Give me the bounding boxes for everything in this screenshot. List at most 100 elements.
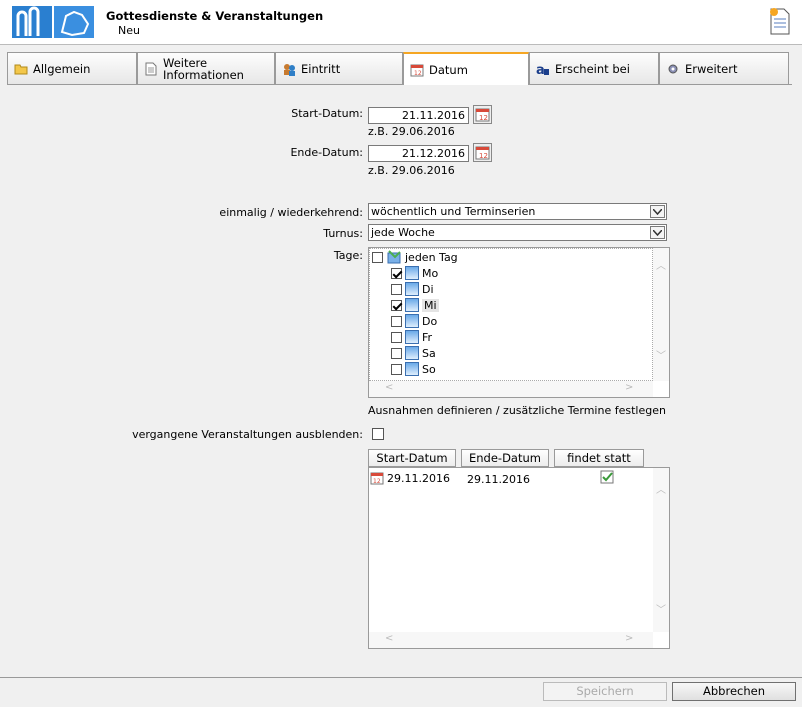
- tab-allgemein[interactable]: Allgemein: [7, 52, 137, 84]
- tree-row-sa[interactable]: Sa: [391, 345, 436, 361]
- scroll-up-icon[interactable]: ︿: [656, 262, 666, 272]
- tab-label: Datum: [429, 62, 468, 77]
- tab-label: Erscheint bei: [555, 61, 630, 76]
- checkbox[interactable]: [391, 315, 402, 327]
- checkbox[interactable]: [391, 331, 402, 343]
- calendar-day-icon: [405, 346, 419, 360]
- new-document-icon[interactable]: [768, 6, 792, 36]
- chevron-down-icon[interactable]: [650, 226, 665, 239]
- tab-erweitert[interactable]: Erweitert: [659, 52, 789, 84]
- window-subtitle: Neu: [118, 24, 140, 37]
- checkbox[interactable]: [391, 267, 402, 279]
- recurrence-value: wöchentlich und Terminserien: [371, 205, 536, 218]
- header-divider: [0, 44, 802, 45]
- tab-weitere-informationen[interactable]: Weitere Informationen: [137, 52, 275, 84]
- save-button[interactable]: Speichern: [543, 682, 667, 701]
- tree-item-label: Sa: [422, 346, 436, 360]
- cancel-button[interactable]: Abbrechen: [672, 682, 796, 701]
- svg-text:12: 12: [373, 478, 381, 485]
- column-header-end[interactable]: Ende-Datum: [461, 449, 549, 467]
- turnus-label: Turnus:: [323, 227, 363, 240]
- scroll-up-icon[interactable]: ︿: [656, 486, 666, 496]
- end-date-calendar-button[interactable]: 12: [473, 143, 492, 162]
- start-date-input[interactable]: 21.11.2016: [368, 107, 469, 124]
- scroll-down-icon[interactable]: ﹀: [656, 352, 666, 362]
- calendar-day-icon: [405, 314, 419, 328]
- tab-content-datum: Start-Datum: 21.11.2016 12 z.B. 29.06.20…: [7, 84, 792, 674]
- cell-start-date: 29.11.2016: [387, 471, 450, 485]
- days-tree: jeden Tag Mo Di Mi Do Fr Sa So ︿ ﹀ < >: [368, 247, 670, 398]
- recurrence-label: einmalig / wiederkehrend:: [219, 206, 363, 219]
- column-header-start[interactable]: Start-Datum: [368, 449, 456, 467]
- tree-item-label: jeden Tag: [405, 250, 458, 264]
- tree-row-so[interactable]: So: [391, 361, 436, 377]
- calendar-day-icon: [405, 298, 419, 312]
- vertical-scrollbar[interactable]: ︿ ﹀: [653, 468, 669, 632]
- hide-past-checkbox[interactable]: [372, 428, 384, 440]
- calendar-day-icon: [405, 282, 419, 296]
- scroll-right-icon[interactable]: >: [625, 634, 633, 644]
- vertical-scrollbar[interactable]: ︿ ﹀: [653, 248, 669, 381]
- document-icon: [144, 62, 158, 76]
- folder-icon: [14, 62, 28, 76]
- tab-datum[interactable]: 12 Datum: [403, 52, 529, 85]
- checkbox[interactable]: [372, 251, 383, 263]
- church-logo-icon: [12, 6, 52, 38]
- start-date-calendar-button[interactable]: 12: [473, 105, 492, 124]
- text-a-icon: a: [536, 62, 550, 78]
- tab-label: Eintritt: [301, 61, 341, 76]
- turnus-value: jede Woche: [371, 226, 435, 239]
- tree-row-do[interactable]: Do: [391, 313, 437, 329]
- checkbox[interactable]: [391, 283, 402, 295]
- end-date-hint: z.B. 29.06.2016: [368, 164, 455, 177]
- checkbox[interactable]: [391, 363, 402, 375]
- footer-divider: [0, 677, 802, 678]
- tab-label: Allgemein: [33, 61, 91, 76]
- exceptions-link[interactable]: Ausnahmen definieren / zusätzliche Termi…: [368, 404, 666, 417]
- table-row[interactable]: 12 29.11.2016 29.11.2016: [370, 470, 650, 486]
- tree-item-label: Di: [422, 282, 434, 296]
- end-date-input[interactable]: 21.12.2016: [368, 145, 469, 162]
- calendar-icon: 12: [370, 472, 384, 485]
- checkbox[interactable]: [391, 299, 402, 311]
- chevron-down-icon[interactable]: [650, 205, 665, 218]
- horizontal-scrollbar[interactable]: < >: [369, 381, 653, 397]
- calendar-icon: 12: [475, 146, 490, 160]
- tree-item-label: Mo: [422, 266, 439, 280]
- horizontal-scrollbar[interactable]: < >: [369, 632, 653, 648]
- recurrence-select[interactable]: wöchentlich und Terminserien: [368, 203, 667, 220]
- hide-past-label: vergangene Veranstaltungen ausblenden:: [132, 428, 363, 441]
- days-label: Tage:: [333, 249, 363, 262]
- calendar-day-icon: [405, 362, 419, 376]
- tree-item-label: Mi: [422, 298, 439, 312]
- tree-row-all-days[interactable]: jeden Tag: [372, 249, 458, 265]
- scroll-right-icon[interactable]: >: [625, 383, 633, 393]
- tree-item-label: So: [422, 362, 436, 376]
- calendar-group-icon: [387, 250, 401, 264]
- tab-bar: Allgemein Weitere Informationen Eintritt…: [7, 52, 791, 85]
- tree-row-di[interactable]: Di: [391, 281, 434, 297]
- takes-place-check-icon[interactable]: [600, 470, 614, 487]
- scroll-down-icon[interactable]: ﹀: [656, 606, 666, 616]
- checkbox[interactable]: [391, 347, 402, 359]
- column-header-takes-place[interactable]: findet statt: [554, 449, 644, 467]
- scroll-left-icon[interactable]: <: [385, 383, 393, 393]
- calendar-day-icon: [405, 266, 419, 280]
- tab-eintritt[interactable]: Eintritt: [275, 52, 403, 84]
- tree-item-label: Fr: [422, 330, 433, 344]
- calendar-icon: 12: [410, 63, 424, 77]
- tree-row-fr[interactable]: Fr: [391, 329, 432, 345]
- tab-erscheint-bei[interactable]: a Erscheint bei: [529, 52, 659, 84]
- turnus-select[interactable]: jede Woche: [368, 224, 667, 241]
- gear-icon: [666, 62, 680, 76]
- calendar-day-icon: [405, 330, 419, 344]
- cell-end-date: 29.11.2016: [467, 473, 530, 486]
- window-title: Gottesdienste & Veranstaltungen: [106, 9, 324, 23]
- users-icon: [282, 62, 296, 76]
- app-logo: [12, 6, 96, 38]
- tree-row-mo[interactable]: Mo: [391, 265, 438, 281]
- scroll-left-icon[interactable]: <: [385, 634, 393, 644]
- start-date-hint: z.B. 29.06.2016: [368, 125, 455, 138]
- dates-table: 12 29.11.2016 29.11.2016 ︿ ﹀ < >: [368, 467, 670, 649]
- tree-row-mi[interactable]: Mi: [391, 297, 439, 313]
